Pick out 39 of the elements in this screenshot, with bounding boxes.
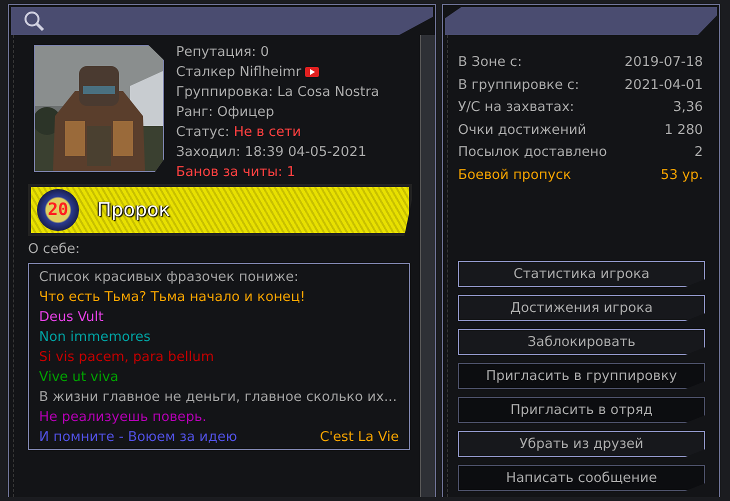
profile-info: Репутация: 0 (176, 43, 270, 62)
stat-value: 2019-07-18 (624, 53, 703, 72)
stat-value: 53 ур. (660, 166, 703, 184)
video-channel-icon (305, 67, 320, 78)
status-text: Статус: Не в сети (176, 123, 302, 142)
action-button[interactable]: Достижения игрока (458, 295, 705, 321)
about-line: Vive ut viva (39, 368, 120, 387)
action-button[interactable]: Заблокировать (458, 329, 705, 355)
search-icon[interactable] (23, 10, 45, 32)
about-line: Non immemores (39, 328, 152, 347)
stat-label: У/С на захватах: (458, 98, 574, 117)
about-line: И помните - Воюем за идею (39, 428, 238, 447)
about-label: О себе: (28, 241, 81, 257)
about-line: Si vis pacem, para bellum (39, 348, 216, 367)
stat-value: 1 280 (664, 120, 703, 140)
about-line: Что есть Тьма? Тьма начало и конец! (39, 288, 306, 307)
stat-label: Посылок доставлено (458, 143, 607, 162)
stat-value: 2 (694, 143, 703, 162)
stat-label: В группировке с: (458, 76, 580, 94)
profile-info: Ранг: Офицер (176, 103, 276, 122)
action-button[interactable]: Статистика игрока (458, 261, 705, 287)
action-button[interactable]: Убрать из друзей (458, 431, 705, 457)
about-line: В жизни главное не деньги, главное сколько их... (39, 388, 398, 407)
ban-count: Банов за читы: 1 (176, 163, 296, 182)
about-line: Deus Vult (39, 308, 105, 327)
stat-label: В Зоне с: (458, 53, 522, 72)
stat-value: 3,36 (672, 98, 703, 117)
player-name: Сталкер Niflheimr (176, 62, 380, 82)
profile-info: Заходил: 18:39 04-05-2021 (176, 143, 368, 162)
about-line: Список красивых фразочек пониже: (39, 268, 300, 287)
rank-title: Пророк (97, 199, 170, 221)
stat-label: Очки достижений (458, 120, 586, 140)
profile-info: Группировка: La Cosa Nostra (176, 83, 380, 102)
stat-value: 2021-04-01 (624, 76, 703, 94)
signature: C'est La Vie (320, 428, 399, 447)
stat-label: Боевой пропуск (458, 166, 572, 184)
about-line: Не реализуешь поверь. (39, 408, 208, 427)
scrollbar[interactable] (420, 35, 435, 497)
level-badge: 20 (37, 189, 79, 231)
